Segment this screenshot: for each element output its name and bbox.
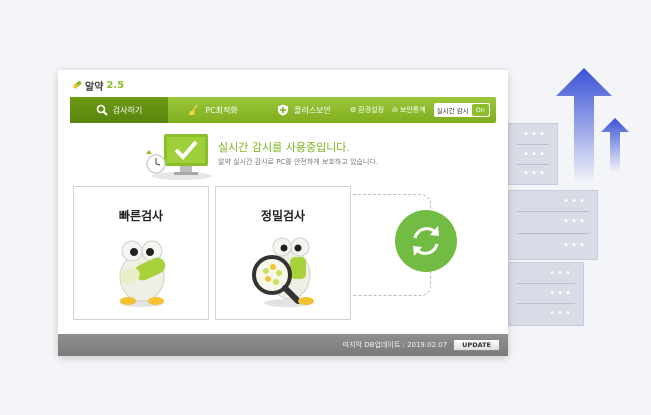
shield-plus-icon — [278, 104, 289, 116]
tab-pc-optimize[interactable]: PC최적화 — [168, 97, 258, 123]
server-leds-icon: ••• — [523, 168, 547, 179]
security-stats-label: 보안통계 — [399, 106, 426, 114]
app-title: 알약 2.5 — [72, 78, 125, 93]
refresh-update-button[interactable] — [395, 210, 457, 272]
security-stats-button[interactable]: ılı 보안통계 — [392, 105, 426, 115]
monitor-check-icon — [146, 134, 212, 180]
tab-scan[interactable]: 검사하기 — [70, 97, 168, 123]
precise-scan-label: 정밀검사 — [260, 209, 306, 223]
server-leds-icon: ••• — [563, 240, 587, 251]
tab-plus-security[interactable]: 플러스보안 — [258, 97, 350, 123]
server-leds-icon: ••• — [523, 149, 547, 160]
settings-label: 환경설정 — [358, 106, 385, 114]
server-leds-icon: ••• — [549, 268, 573, 279]
pill-logo-icon — [73, 81, 82, 89]
server-leds-icon: ••• — [549, 288, 573, 299]
last-db-update-text: 마지막 DB업데이트 : 2019.02.07 — [342, 341, 448, 349]
update-button[interactable]: UPDATE — [453, 339, 500, 351]
tab-pc-optimize-label: PC최적화 — [205, 105, 238, 115]
status-subtitle: 알약 실시간 감시로 PC를 안전하게 보호하고 있습니다. — [218, 158, 378, 166]
broom-icon — [189, 104, 198, 115]
main-nav: 검사하기 PC최적화 플러스보안 ⚙ 환경설정 ılı 보안통계 실시간 감시 … — [70, 97, 496, 123]
app-window: 알약 2.5 검사하기 PC최적화 플러스보안 ⚙ 환경설정 ılı 보안통계 … — [58, 70, 508, 356]
server-leds-icon: ••• — [563, 216, 587, 227]
precise-scan-card[interactable]: 정밀검사 — [215, 186, 351, 320]
illustration-stage: ••• ••• ••• ••• ••• ••• ••• ••• ••• 알약 2… — [0, 0, 651, 415]
gear-icon: ⚙ — [350, 106, 357, 114]
server-leds-icon: ••• — [523, 129, 547, 140]
realtime-monitor-label: 실시간 감시 — [436, 107, 469, 115]
realtime-monitor-state: On — [471, 104, 489, 116]
magnifier-icon — [96, 104, 108, 116]
upload-arrow-small-icon — [601, 118, 629, 172]
server-rack-middle: ••• ••• ••• — [508, 190, 598, 260]
tab-scan-label: 검사하기 — [112, 105, 143, 115]
settings-button[interactable]: ⚙ 환경설정 — [350, 105, 384, 115]
mascot-magnifier-icon — [252, 237, 314, 307]
app-version: 2.5 — [106, 79, 125, 91]
realtime-monitor-toggle[interactable]: 실시간 감시 On — [433, 103, 490, 117]
mascot-pill-icon — [119, 240, 166, 307]
quick-scan-card[interactable]: 빠른검사 — [73, 186, 209, 320]
app-name: 알약 — [85, 81, 104, 93]
server-rack-top: ••• ••• ••• — [508, 123, 558, 185]
status-title: 실시간 감시를 사용중입니다. — [218, 141, 350, 154]
bar-chart-icon: ılı — [392, 106, 398, 114]
realtime-status: 실시간 감시를 사용중입니다. 알약 실시간 감시로 PC를 안전하게 보호하고… — [142, 132, 442, 182]
refresh-icon — [413, 226, 439, 256]
server-leds-icon: ••• — [563, 196, 587, 207]
tab-plus-security-label: 플러스보안 — [294, 105, 331, 115]
quick-scan-label: 빠른검사 — [118, 209, 164, 223]
status-footer: 마지막 DB업데이트 : 2019.02.07 UPDATE — [58, 334, 508, 356]
server-rack-bottom: ••• ••• ••• — [508, 262, 584, 326]
server-leds-icon: ••• — [549, 308, 573, 319]
